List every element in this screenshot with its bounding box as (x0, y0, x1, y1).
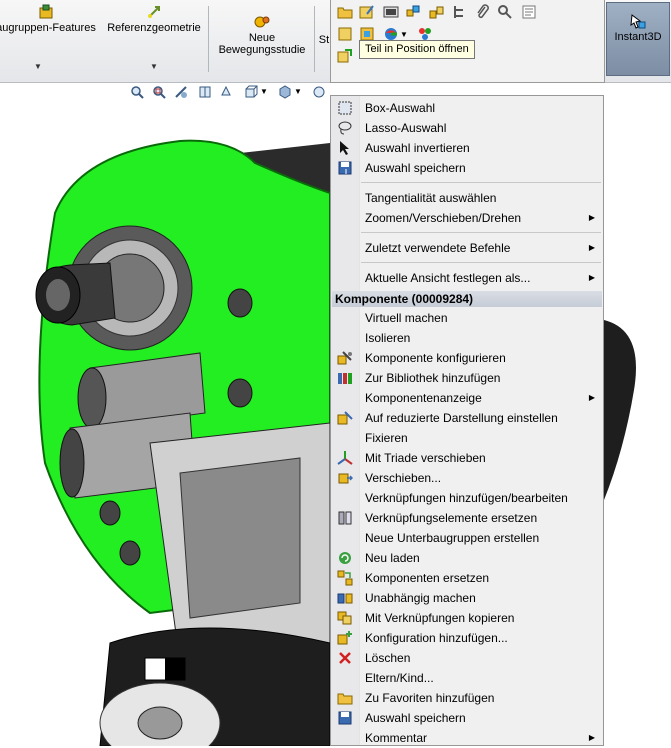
replace-mate-icon (338, 511, 352, 525)
menu-separator (361, 232, 601, 233)
model-viewport-right (604, 320, 636, 500)
submenu-arrow-icon: ▶ (588, 733, 595, 742)
mounting-hole (227, 288, 253, 318)
mounting-hole (99, 500, 121, 526)
menu-item-save-selection-2[interactable]: Auswahl speichern (331, 708, 603, 728)
menu-item-save-selection[interactable]: Auswahl speichern (331, 158, 603, 178)
add-to-library-icon (338, 373, 352, 384)
assembly-features-button[interactable]: augruppen-Features (0, 4, 98, 34)
ribbon-divider (208, 6, 209, 72)
tooltip: Teil in Position öffnen (359, 40, 475, 59)
mounting-hole (119, 540, 141, 566)
edit-part-icon[interactable] (359, 4, 375, 20)
configure-component-icon (337, 351, 352, 365)
appearance-icon[interactable] (383, 4, 399, 20)
gearbox-lower-face (179, 457, 301, 619)
roller-pin-end (77, 367, 107, 429)
menu-item-invert-selection[interactable]: Auswahl invertieren (331, 138, 603, 158)
delete-icon (339, 652, 351, 664)
submenu-arrow-icon: ▶ (588, 213, 595, 222)
chevron-down-icon[interactable]: ▼ (150, 62, 158, 71)
menu-item-add-configuration[interactable]: Konfiguration hinzufügen... (331, 628, 603, 648)
save-selection-icon (338, 711, 352, 725)
menu-item-comment[interactable]: Kommentar ▶ (331, 728, 603, 748)
ribbon-item-truncated[interactable]: St (318, 34, 330, 46)
menu-item-replace-components[interactable]: Komponenten ersetzen (331, 568, 603, 588)
triad-icon (337, 451, 353, 465)
menu-item-lasso-select[interactable]: Lasso-Auswahl (331, 118, 603, 138)
submenu-arrow-icon: ▶ (588, 273, 595, 282)
menu-item-box-select[interactable]: Box-Auswahl (331, 98, 603, 118)
box-select-icon (338, 101, 352, 115)
menu-item-add-to-library[interactable]: Zur Bibliothek hinzufügen (331, 368, 603, 388)
favorites-folder-icon (337, 693, 353, 705)
open-part-icon[interactable] (337, 26, 353, 42)
submenu-arrow-icon: ▶ (588, 393, 595, 402)
reference-geometry-button[interactable]: Referenzgeometrie (104, 4, 204, 34)
menu-item-move-with-triad[interactable]: Mit Triade verschieben (331, 448, 603, 468)
menu-item-fix[interactable]: Fixieren (331, 428, 603, 448)
menu-item-configure-component[interactable]: Komponente konfigurieren (331, 348, 603, 368)
search-tool-icon[interactable] (497, 4, 513, 20)
shaft-bore (46, 279, 70, 311)
ribbon-divider (314, 6, 315, 72)
menu-item-replace-mate-entities[interactable]: Verknüpfungselemente ersetzen (331, 508, 603, 528)
component-section-header: Komponente (00009284) (332, 291, 602, 307)
lasso-icon (338, 121, 352, 135)
mounting-hole (227, 378, 253, 408)
chevron-down-icon[interactable]: ▼ (34, 62, 42, 71)
new-motion-study-button[interactable]: Neue Bewegungsstudie (212, 14, 312, 56)
make-independent-icon (337, 593, 353, 604)
menu-item-add-to-favorites[interactable]: Zu Favoriten hinzufügen (331, 688, 603, 708)
menu-item-zoom-pan-rotate[interactable]: Zoomen/Verschieben/Drehen ▶ (331, 208, 603, 228)
assembly-features-icon (39, 4, 53, 19)
motor-shaft (137, 706, 183, 740)
menu-item-make-virtual[interactable]: Virtuell machen (331, 308, 603, 328)
open-folder-icon[interactable] (337, 4, 353, 20)
insert-component-icon[interactable] (337, 48, 353, 64)
menu-item-delete[interactable]: Löschen (331, 648, 603, 668)
assembly-icon[interactable] (429, 4, 445, 20)
menu-separator (361, 182, 601, 183)
chevron-down-icon[interactable]: ▼ (400, 30, 408, 39)
menu-item-set-lightweight[interactable]: Auf reduzierte Darstellung einstellen (331, 408, 603, 428)
menu-item-component-display[interactable]: Komponentenanzeige ▶ (331, 388, 603, 408)
menu-item-set-current-view[interactable]: Aktuelle Ansicht festlegen als... ▶ (331, 268, 603, 288)
menu-item-isolate[interactable]: Isolieren (331, 328, 603, 348)
menu-item-new-subassembly[interactable]: Neue Unterbaugruppen erstellen (331, 528, 603, 548)
hierarchy-icon[interactable] (451, 4, 467, 20)
menu-item-select-tangency[interactable]: Tangentialität auswählen (331, 188, 603, 208)
replace-components-icon (337, 570, 353, 586)
cursor-arrow-icon (340, 141, 349, 155)
copy-with-mates-icon (337, 611, 352, 625)
menu-item-reload[interactable]: Neu laden (331, 548, 603, 568)
motion-study-icon (254, 16, 270, 28)
motor-label-mark (165, 658, 185, 680)
model-viewport[interactable] (0, 83, 330, 746)
reference-geometry-icon (148, 6, 160, 18)
context-menu: Box-Auswahl Lasso-Auswahl Auswahl invert… (330, 95, 604, 746)
menu-item-add-edit-mates[interactable]: Verknüpfungen hinzufügen/bearbeiten (331, 488, 603, 508)
instant3d-button[interactable]: Instant3D (606, 2, 670, 76)
components-icon[interactable] (405, 4, 421, 20)
menu-item-copy-with-mates[interactable]: Mit Verknüpfungen kopieren (331, 608, 603, 628)
reload-icon (339, 552, 351, 564)
menu-item-parent-child[interactable]: Eltern/Kind... (331, 668, 603, 688)
menu-item-recent-commands[interactable]: Zuletzt verwendete Befehle ▶ (331, 238, 603, 258)
instant3d-icon (630, 14, 646, 29)
menu-item-make-independent[interactable]: Unabhängig machen (331, 588, 603, 608)
lightweight-icon (337, 411, 353, 425)
save-selection-icon (338, 161, 352, 175)
roller-pin-end (59, 428, 85, 498)
attachment-icon[interactable] (475, 4, 491, 20)
menu-separator (361, 262, 601, 263)
gearbox-edge (604, 320, 636, 500)
add-configuration-icon (337, 631, 352, 645)
menu-item-move[interactable]: Verschieben... (331, 468, 603, 488)
move-component-icon (338, 473, 353, 484)
properties-icon[interactable] (521, 4, 537, 20)
submenu-arrow-icon: ▶ (588, 243, 595, 252)
